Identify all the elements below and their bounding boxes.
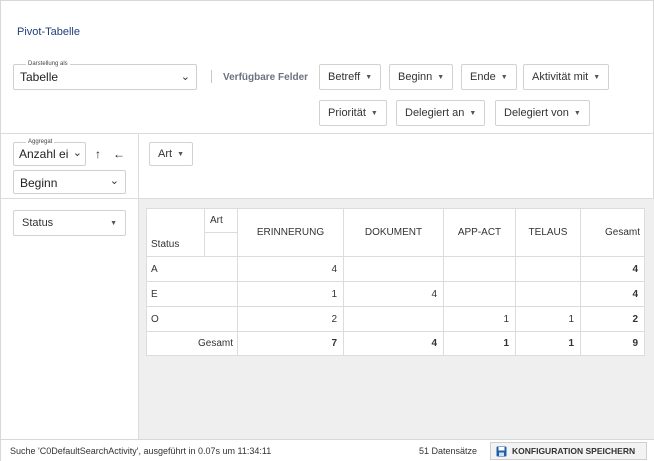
caret-down-icon: ▼ [500,73,508,81]
pivot-total-label: Gesamt [146,331,238,356]
column-field-chip-art[interactable]: Art ▼ [149,142,193,166]
darstellung-value: Tabelle [20,70,59,84]
status-bar: Suche 'C0DefaultSearchActivity', ausgefü… [1,439,654,461]
pivot-cell [515,281,581,307]
arrow-left-icon[interactable]: ← [113,147,125,161]
pivot-cell [443,281,516,307]
field-chip-label: Art [158,148,173,160]
pivot-corner [146,208,205,233]
row-field-chip-status[interactable]: Status ▼ [13,210,126,236]
table-row: A 4 4 [146,256,645,282]
pivot-col-attr-label: Art [204,208,238,233]
darstellung-select[interactable]: Darstellung als Tabelle ⌄ [13,60,197,90]
aggregator-field-select[interactable]: Beginn ⌄ [13,170,126,194]
pivot-row-label: A [146,256,238,282]
field-chip-beginn[interactable]: Beginn ▼ [389,64,454,90]
caret-down-icon: ▼ [593,73,601,81]
aggregator-value: Anzahl ei [19,147,69,161]
pivot-col-header: DOKUMENT [343,208,444,257]
caret-down-icon: ▼ [365,73,373,81]
table-row: O 2 1 1 2 [146,306,645,332]
floppy-disk-icon [496,446,507,456]
field-chip-delegiert-von[interactable]: Delegiert von ▼ [495,100,590,126]
field-chip-label: Beginn [398,71,433,83]
aggregator-select[interactable]: Aggregat Anzahl ei ⌄ [13,138,86,166]
pivot-col-header-total: Gesamt [580,208,645,257]
field-chip-label: Delegiert von [504,107,569,119]
chevron-down-icon: ⌄ [180,71,190,83]
field-chip-betreff[interactable]: Betreff ▼ [319,64,382,90]
search-status-text: Suche 'C0DefaultSearchActivity', ausgefü… [10,446,272,456]
save-configuration-button[interactable]: KONFIGURATION SPEICHERN [490,442,647,460]
pivot-col-header: ERINNERUNG [237,208,344,257]
pivot-row-label: O [146,306,238,332]
pivot-cell: 4 [343,281,444,307]
field-chip-label: Priorität [328,107,366,119]
field-chip-label: Delegiert an [405,107,465,119]
pivot-cell [343,306,444,332]
pivot-col-total: 1 [515,331,581,356]
pivot-row-attr-label: Status [146,232,205,257]
save-configuration-label: KONFIGURATION SPEICHERN [512,446,636,456]
field-chip-label: Status [22,217,54,229]
pivot-row-total: 2 [580,306,645,332]
pivot-cell: 1 [515,306,581,332]
field-chip-label: Betreff [328,71,361,83]
caret-down-icon: ▼ [177,150,184,158]
field-chip-aktivitaet-mit[interactable]: Aktivität mit ▼ [523,64,610,90]
field-chip-label: Ende [470,71,496,83]
pivot-col-total: 7 [237,331,344,356]
pivot-col-total: 1 [443,331,516,356]
pivot-row-total: 4 [580,256,645,282]
record-count: 51 Datensätze [419,446,478,456]
darstellung-legend: Darstellung als [26,60,70,68]
caret-down-icon: ▼ [469,109,477,117]
sort-arrow-up-icon[interactable]: ↑ [95,147,101,161]
pivot-cell [343,256,444,282]
caret-down-icon: ▼ [573,109,581,117]
table-row: Gesamt 7 4 1 1 9 [146,331,645,356]
page-title: Pivot-Tabelle [17,26,80,38]
caret-down-icon: ▼ [110,219,117,227]
pivot-window: Pivot-Tabelle Darstellung als Tabelle ⌄ … [0,0,654,461]
caret-down-icon: ▼ [370,109,378,117]
pivot-cell: 2 [237,306,344,332]
pivot-table: Art ERINNERUNG DOKUMENT APP-ACT TELAUS G… [146,208,645,356]
field-chip-delegiert-an[interactable]: Delegiert an ▼ [396,100,486,126]
field-chip-prioritaet[interactable]: Priorität ▼ [319,100,387,126]
field-chip-label: Aktivität mit [532,71,589,83]
aggregator-legend: Aggregat [26,138,55,146]
pivot-col-total: 4 [343,331,444,356]
table-row: E 1 4 4 [146,281,645,307]
available-fields-label: Verfügbare Felder [223,72,309,83]
pivot-col-header: TELAUS [515,208,581,257]
pivot-row-label: E [146,281,238,307]
field-chip-ende[interactable]: Ende ▼ [461,64,517,90]
pivot-cell: 1 [237,281,344,307]
aggregator-field-value: Beginn [20,176,58,190]
divider [211,70,212,83]
pivot-empty-cell [204,232,238,257]
pivot-col-header: APP-ACT [443,208,516,257]
pivot-row-total: 4 [580,281,645,307]
pivot-cell: 1 [443,306,516,332]
divider [1,133,654,134]
pivot-cell [443,256,516,282]
pivot-cell: 4 [237,256,344,282]
chevron-down-icon: ⌄ [72,147,82,159]
chevron-down-icon: ⌄ [109,175,119,187]
caret-down-icon: ▼ [437,73,445,81]
pivot-grand-total: 9 [580,331,645,356]
pivot-cell [515,256,581,282]
